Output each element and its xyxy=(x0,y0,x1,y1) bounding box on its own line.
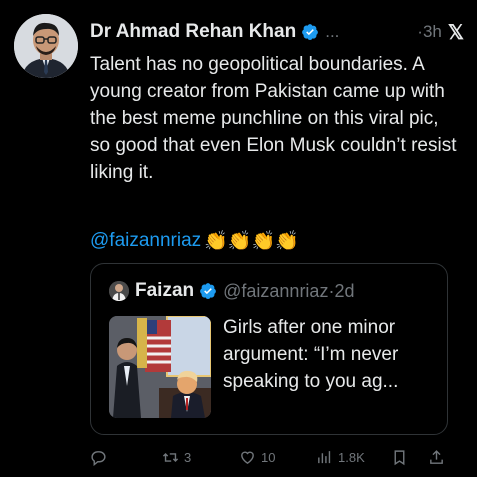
more-options-icon[interactable]: ... xyxy=(325,22,339,42)
author-avatar[interactable] xyxy=(14,14,78,78)
x-logo-icon: 𝕏 xyxy=(447,21,464,44)
quoted-tweet[interactable]: Faizan @faizannriaz·2d Girls after one m… xyxy=(90,263,448,435)
like-count: 10 xyxy=(261,450,276,465)
mention-link[interactable]: @faizannriaz xyxy=(90,230,201,252)
mention-line: @faizannriaz 👏👏👏👏 xyxy=(90,228,299,254)
timestamp[interactable]: ·3h xyxy=(417,22,442,42)
quoted-author-handle[interactable]: @faizannriaz·2d xyxy=(223,281,354,302)
verified-badge-icon xyxy=(199,282,217,300)
like-button[interactable]: 10 xyxy=(239,449,275,466)
clapping-hands-emoji: 👏👏👏👏 xyxy=(204,231,299,252)
tweet-body: Talent has no geopolitical boundaries. A… xyxy=(90,54,457,183)
views-count: 1.8K xyxy=(338,450,365,465)
views-icon xyxy=(318,451,331,464)
views-button[interactable]: 1.8K xyxy=(316,449,365,466)
quoted-tweet-header: Faizan @faizannriaz·2d xyxy=(109,280,354,302)
action-bar: 3 10 1.8K xyxy=(84,449,454,471)
retweet-button[interactable]: 3 xyxy=(162,449,191,466)
quoted-author-name[interactable]: Faizan xyxy=(135,280,194,302)
tweet-header: Dr Ahmad Rehan Khan ... ·3h 𝕏 xyxy=(90,19,470,45)
reply-icon xyxy=(91,451,106,466)
quoted-media-thumbnail[interactable] xyxy=(109,316,211,418)
bookmark-button[interactable] xyxy=(391,449,408,466)
reply-button[interactable] xyxy=(90,449,112,466)
quoted-tweet-text: Girls after one minor argument: “I’m nev… xyxy=(223,317,399,392)
share-button[interactable] xyxy=(428,449,445,466)
verified-badge-icon xyxy=(301,23,319,41)
retweet-count: 3 xyxy=(184,450,192,465)
retweet-icon xyxy=(162,452,179,463)
share-icon xyxy=(430,450,443,464)
bookmark-icon xyxy=(394,450,405,466)
quoted-author-avatar xyxy=(109,281,129,301)
heart-icon xyxy=(241,451,254,465)
author-name[interactable]: Dr Ahmad Rehan Khan xyxy=(90,21,296,43)
